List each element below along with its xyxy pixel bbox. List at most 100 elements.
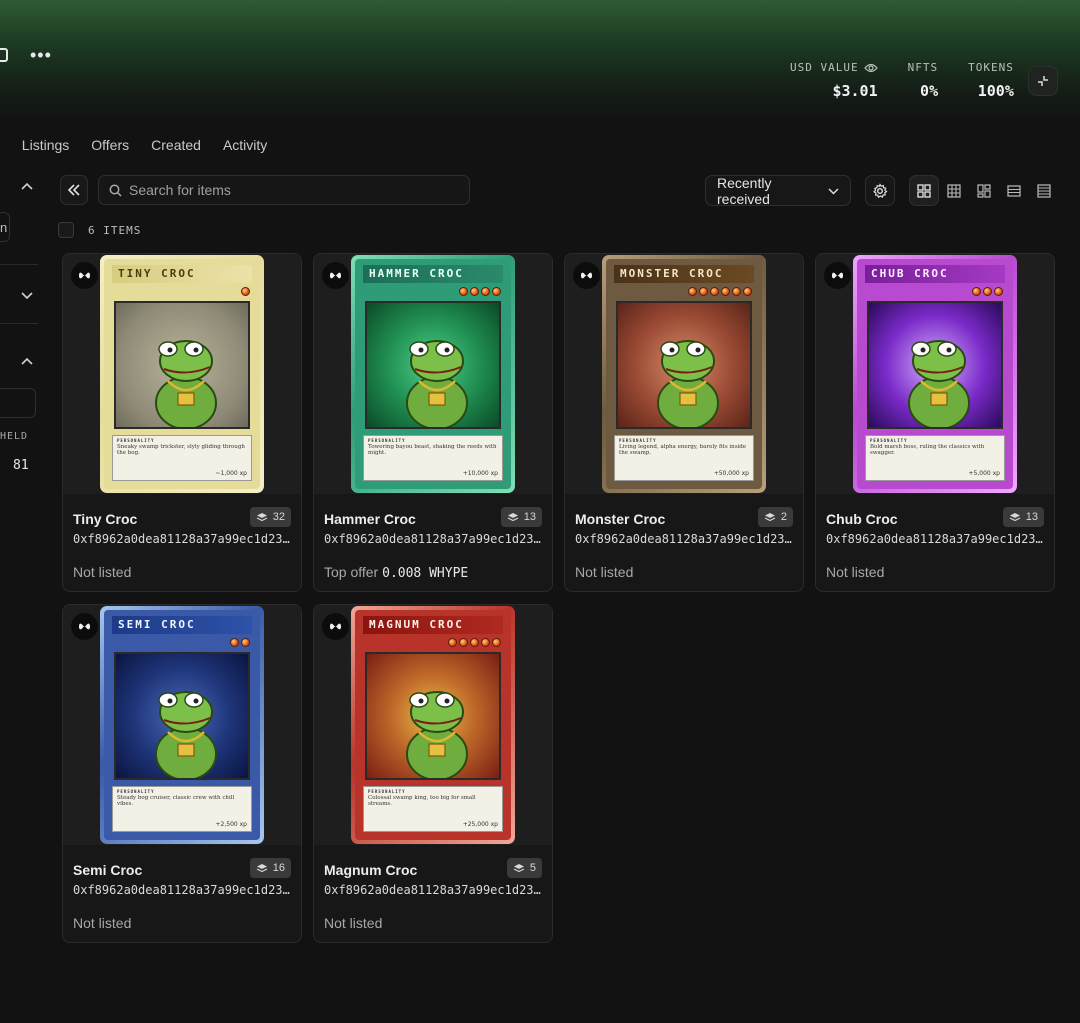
- tab-activity[interactable]: Activity: [223, 137, 267, 153]
- hyperliquid-badge: [71, 613, 98, 640]
- level-stars: [448, 638, 501, 647]
- sidebar-divider: [0, 323, 38, 324]
- quantity-value: 13: [523, 511, 536, 523]
- held-count: 81: [13, 458, 29, 473]
- xp-value: +25,000 xp: [462, 821, 498, 828]
- nft-image[interactable]: MONSTER CROC PERSONALITY Living legend, …: [565, 254, 803, 494]
- view-large-grid-button[interactable]: [909, 175, 939, 206]
- croc-illustration: [365, 652, 501, 780]
- personality-text: Steady bog cruiser, classic crew with ch…: [117, 795, 235, 807]
- collapse-sidebar-button[interactable]: [60, 175, 88, 205]
- card-frame: MONSTER CROC PERSONALITY Living legend, …: [606, 259, 762, 489]
- personality-text: Sneaky swamp trickster, slyly gliding th…: [117, 444, 245, 456]
- collapse-button[interactable]: [1028, 66, 1058, 96]
- quantity-value: 16: [272, 862, 285, 874]
- trading-card-art: SEMI CROC PERSONALITY Steady bog cruiser…: [100, 606, 264, 844]
- nft-card[interactable]: SEMI CROC PERSONALITY Steady bog cruiser…: [62, 604, 302, 943]
- tab-listings[interactable]: Listings: [22, 137, 69, 153]
- quantity-badge: 5: [506, 858, 542, 878]
- hyperliquid-logo-icon: [79, 272, 90, 279]
- stat-nfts: NFTS 0%: [908, 61, 939, 100]
- gear-icon: [873, 182, 888, 198]
- nft-name[interactable]: Monster Croc: [575, 511, 665, 527]
- sidebar-divider: [0, 264, 38, 265]
- level-stars: [241, 287, 250, 296]
- nft-card[interactable]: MONSTER CROC PERSONALITY Living legend, …: [564, 253, 804, 592]
- level-star-icon: [688, 287, 697, 296]
- card-art-title: MONSTER CROC: [614, 265, 754, 283]
- copy-icon[interactable]: [0, 48, 8, 62]
- quantity-value: 2: [780, 511, 787, 523]
- settings-button[interactable]: [865, 175, 895, 206]
- hyperliquid-badge: [322, 613, 349, 640]
- sidebar-input[interactable]: n: [0, 212, 10, 242]
- chevron-down-icon[interactable]: [21, 290, 33, 300]
- croc-illustration: [867, 301, 1003, 429]
- masonry-icon: [977, 183, 991, 198]
- card-frame: HAMMER CROC PERSONALITY Towering bayou b…: [355, 259, 511, 489]
- nft-name[interactable]: Chub Croc: [826, 511, 898, 527]
- card-description-box: PERSONALITY Colossal swamp king, too big…: [363, 786, 503, 832]
- stack-icon: [256, 512, 268, 521]
- quantity-badge: 32: [249, 507, 291, 527]
- grid-large-icon: [917, 183, 931, 198]
- nft-card[interactable]: HAMMER CROC PERSONALITY Towering bayou b…: [313, 253, 553, 592]
- card-description-box: PERSONALITY Towering bayou beast, shakin…: [363, 435, 503, 481]
- hyperliquid-logo-icon: [330, 623, 341, 630]
- view-masonry-button[interactable]: [969, 175, 999, 206]
- nft-card[interactable]: MAGNUM CROC PERSONALITY Colossal swamp k…: [313, 604, 553, 943]
- chevron-up-icon[interactable]: [21, 357, 33, 367]
- nft-card[interactable]: TINY CROC PERSONALITY Sneaky swamp trick…: [62, 253, 302, 592]
- nft-image[interactable]: HAMMER CROC PERSONALITY Towering bayou b…: [314, 254, 552, 494]
- nft-name[interactable]: Semi Croc: [73, 862, 142, 878]
- stat-usd-value: USD VALUE $3.01: [790, 61, 878, 100]
- level-star-icon: [230, 638, 239, 647]
- nft-name[interactable]: Magnum Croc: [324, 862, 417, 878]
- sidebar-search-input[interactable]: [0, 388, 36, 418]
- view-table-button[interactable]: [1029, 175, 1059, 206]
- nft-image[interactable]: MAGNUM CROC PERSONALITY Colossal swamp k…: [314, 605, 552, 845]
- card-frame: SEMI CROC PERSONALITY Steady bog cruiser…: [104, 610, 260, 840]
- select-all-checkbox[interactable]: [58, 222, 74, 238]
- status-prefix: Top offer: [324, 564, 379, 580]
- stat-label: NFTS: [907, 61, 939, 74]
- level-stars: [688, 287, 752, 296]
- level-star-icon: [459, 638, 468, 647]
- listing-status: Not listed: [73, 915, 131, 931]
- card-frame: TINY CROC PERSONALITY Sneaky swamp trick…: [104, 259, 260, 489]
- tab-created[interactable]: Created: [151, 137, 201, 153]
- nft-card[interactable]: CHUB CROC PERSONALITY Bold marsh boss, r…: [815, 253, 1055, 592]
- eye-icon[interactable]: [863, 63, 878, 73]
- nft-image[interactable]: CHUB CROC PERSONALITY Bold marsh boss, r…: [816, 254, 1054, 494]
- tab-offers[interactable]: Offers: [91, 137, 129, 153]
- nft-image[interactable]: TINY CROC PERSONALITY Sneaky swamp trick…: [63, 254, 301, 494]
- chevron-up-icon[interactable]: [21, 182, 33, 192]
- sort-dropdown[interactable]: Recently received: [705, 175, 851, 207]
- level-star-icon: [972, 287, 981, 296]
- hyperliquid-logo-icon: [832, 272, 843, 279]
- trading-card-art: TINY CROC PERSONALITY Sneaky swamp trick…: [100, 255, 264, 493]
- card-art-title: CHUB CROC: [865, 265, 1005, 283]
- xp-value: ~1,000 xp: [215, 470, 247, 477]
- nft-name[interactable]: Hammer Croc: [324, 511, 416, 527]
- level-star-icon: [241, 287, 250, 296]
- items-header: 6 ITEMS: [58, 222, 141, 238]
- croc-illustration: [616, 301, 752, 429]
- quantity-badge: 13: [1002, 507, 1044, 527]
- croc-icon: [657, 340, 719, 427]
- profile-header: ••• USD VALUE $3.01 NFTS 0% TOKENS 100%: [0, 0, 1080, 125]
- more-options-icon[interactable]: •••: [30, 46, 52, 64]
- search-input[interactable]: [129, 182, 449, 198]
- nft-image[interactable]: SEMI CROC PERSONALITY Steady bog cruiser…: [63, 605, 301, 845]
- view-list-button[interactable]: [999, 175, 1029, 206]
- view-small-grid-button[interactable]: [939, 175, 969, 206]
- trading-card-art: CHUB CROC PERSONALITY Bold marsh boss, r…: [853, 255, 1017, 493]
- level-star-icon: [994, 287, 1003, 296]
- level-stars: [230, 638, 250, 647]
- nft-name[interactable]: Tiny Croc: [73, 511, 137, 527]
- hyperliquid-logo-icon: [581, 272, 592, 279]
- card-art-title: MAGNUM CROC: [363, 616, 503, 634]
- personality-text: Towering bayou beast, shaking the reeds …: [368, 444, 497, 456]
- card-description-box: PERSONALITY Living legend, alpha energy,…: [614, 435, 754, 481]
- contract-address: 0xf8962a0dea81128a37a99ec1d23329c...: [575, 532, 797, 546]
